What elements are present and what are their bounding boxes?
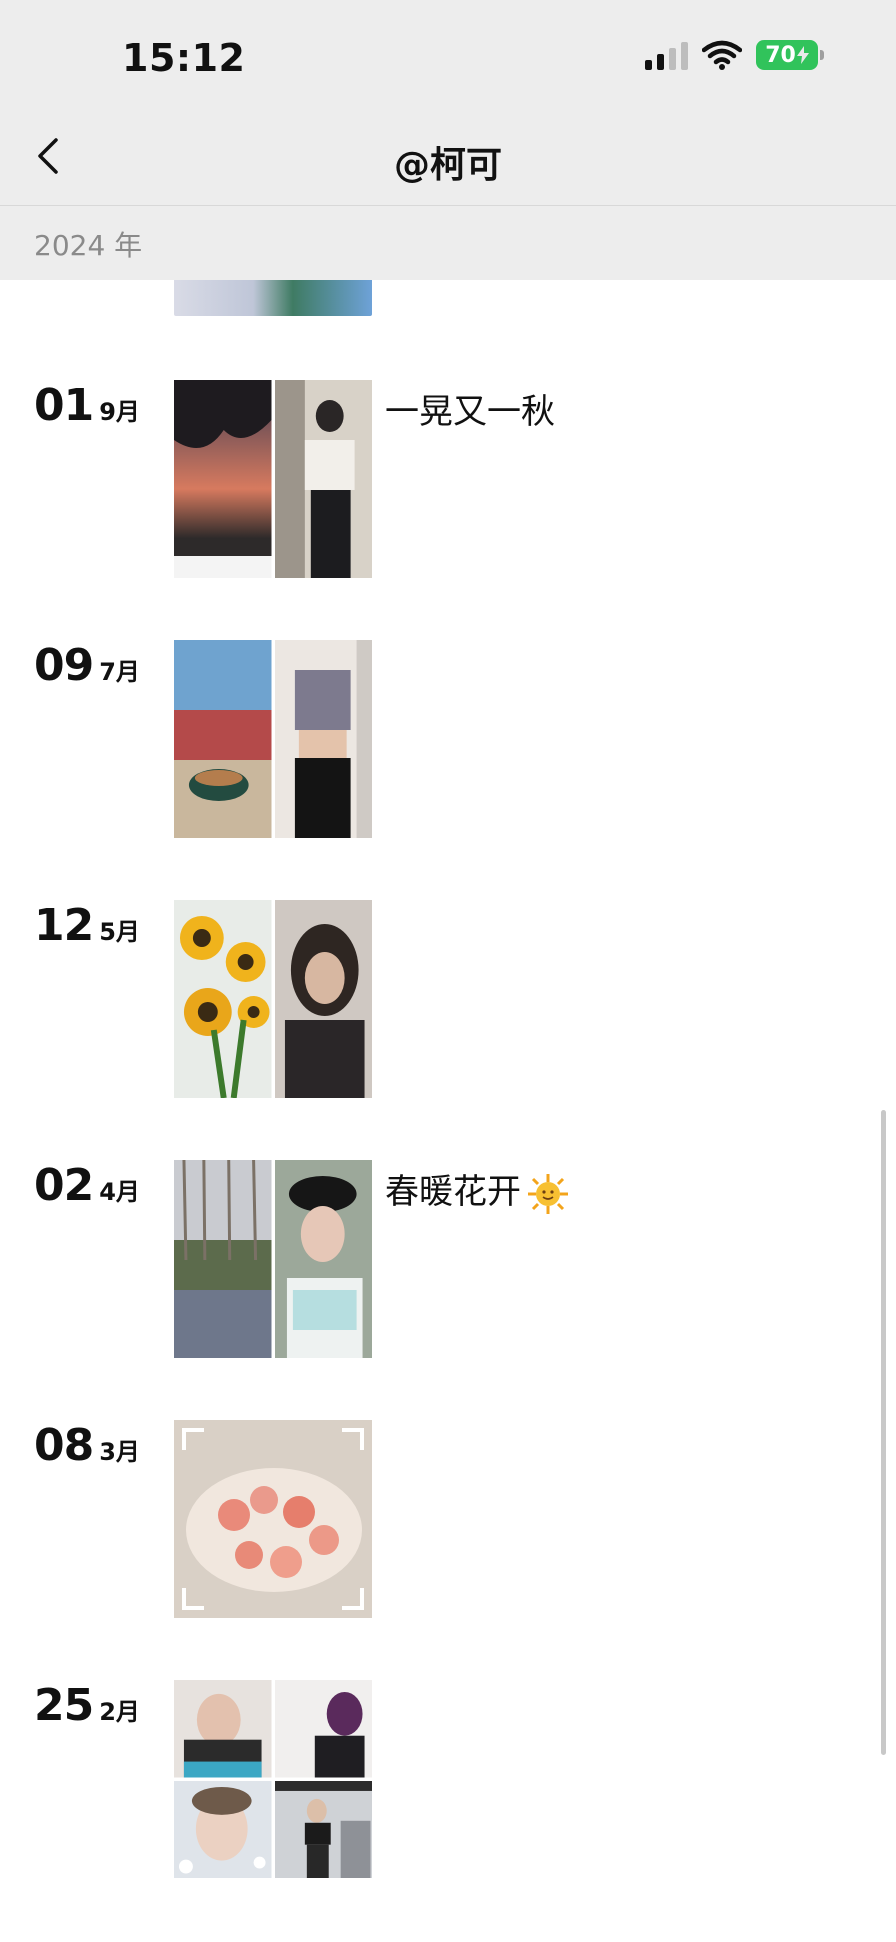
photo-gym[interactable] — [274, 1780, 373, 1879]
moment-entry: 08 3月 — [0, 1420, 896, 1620]
entry-date: 25 2月 — [34, 1680, 140, 1731]
entry-caption: 春暖花开 — [385, 1164, 569, 1215]
photo-flower-cake[interactable] — [174, 1420, 372, 1618]
moment-entry: 09 7月 — [0, 640, 896, 840]
entry-month: 4月 — [99, 1178, 140, 1206]
scrollbar[interactable] — [881, 1110, 886, 1755]
status-time: 15:12 — [122, 36, 246, 80]
entry-month: 9月 — [99, 398, 140, 426]
moment-entry: 01 9月 一晃又一秋 — [0, 380, 896, 580]
photo-sunflowers[interactable] — [174, 900, 272, 1098]
status-icons: 70 — [645, 40, 824, 70]
entry-day: 02 — [34, 1160, 94, 1211]
entry-month: 3月 — [99, 1438, 140, 1466]
photo-sunset[interactable] — [174, 380, 272, 578]
battery-icon: 70 — [756, 40, 824, 70]
photo-cap-selfie[interactable] — [274, 1160, 373, 1358]
header-divider — [0, 205, 896, 206]
photo-selfie-1[interactable] — [174, 1680, 272, 1778]
photo-coffee-cup[interactable] — [174, 640, 272, 838]
year-label: 2024 年 — [34, 229, 143, 262]
entry-date: 01 9月 — [34, 380, 140, 431]
top-header: 15:12 70 @柯可 2024 年 — [0, 0, 896, 280]
entry-day: 25 — [34, 1680, 94, 1731]
photo-fitness-selfie[interactable] — [274, 640, 373, 838]
sun-emoji-icon — [528, 1173, 568, 1214]
entry-caption-text: 春暖花开 — [385, 1172, 521, 1212]
moment-entry: 25 2月 — [0, 1680, 896, 1880]
entry-date: 02 4月 — [34, 1160, 140, 1211]
entry-date: 09 7月 — [34, 640, 140, 691]
charging-bolt-icon — [796, 46, 809, 64]
entry-day: 09 — [34, 640, 94, 691]
photo-mirror-selfie[interactable] — [274, 380, 373, 578]
wifi-icon — [702, 40, 742, 70]
photo-portrait[interactable] — [274, 900, 373, 1098]
entry-month: 7月 — [99, 658, 140, 686]
entry-month: 2月 — [99, 1698, 140, 1726]
photo-grid[interactable] — [174, 1160, 372, 1358]
photo-grid[interactable] — [174, 380, 372, 578]
entry-day: 12 — [34, 900, 94, 951]
entry-day: 08 — [34, 1420, 94, 1471]
entry-date: 08 3月 — [34, 1420, 140, 1471]
signal-icon — [645, 40, 688, 70]
entry-day: 01 — [34, 380, 94, 431]
moment-entry: 02 4月 春暖花开 — [0, 1160, 896, 1360]
photo-selfie-3[interactable] — [174, 1780, 272, 1879]
entry-caption: 一晃又一秋 — [385, 392, 555, 432]
page-title: @柯可 — [393, 145, 502, 186]
photo-grid[interactable] — [174, 1420, 372, 1618]
photo-grid[interactable] — [174, 900, 372, 1098]
battery-level: 70 — [765, 42, 796, 68]
photo-grid[interactable] — [174, 1680, 372, 1878]
entry-month: 5月 — [99, 918, 140, 946]
photo-grid[interactable] — [174, 640, 372, 838]
photo-selfie-2[interactable] — [274, 1680, 373, 1778]
moment-entry: 12 5月 — [0, 900, 896, 1100]
entry-date: 12 5月 — [34, 900, 140, 951]
photo-flower-field[interactable] — [174, 1160, 272, 1358]
